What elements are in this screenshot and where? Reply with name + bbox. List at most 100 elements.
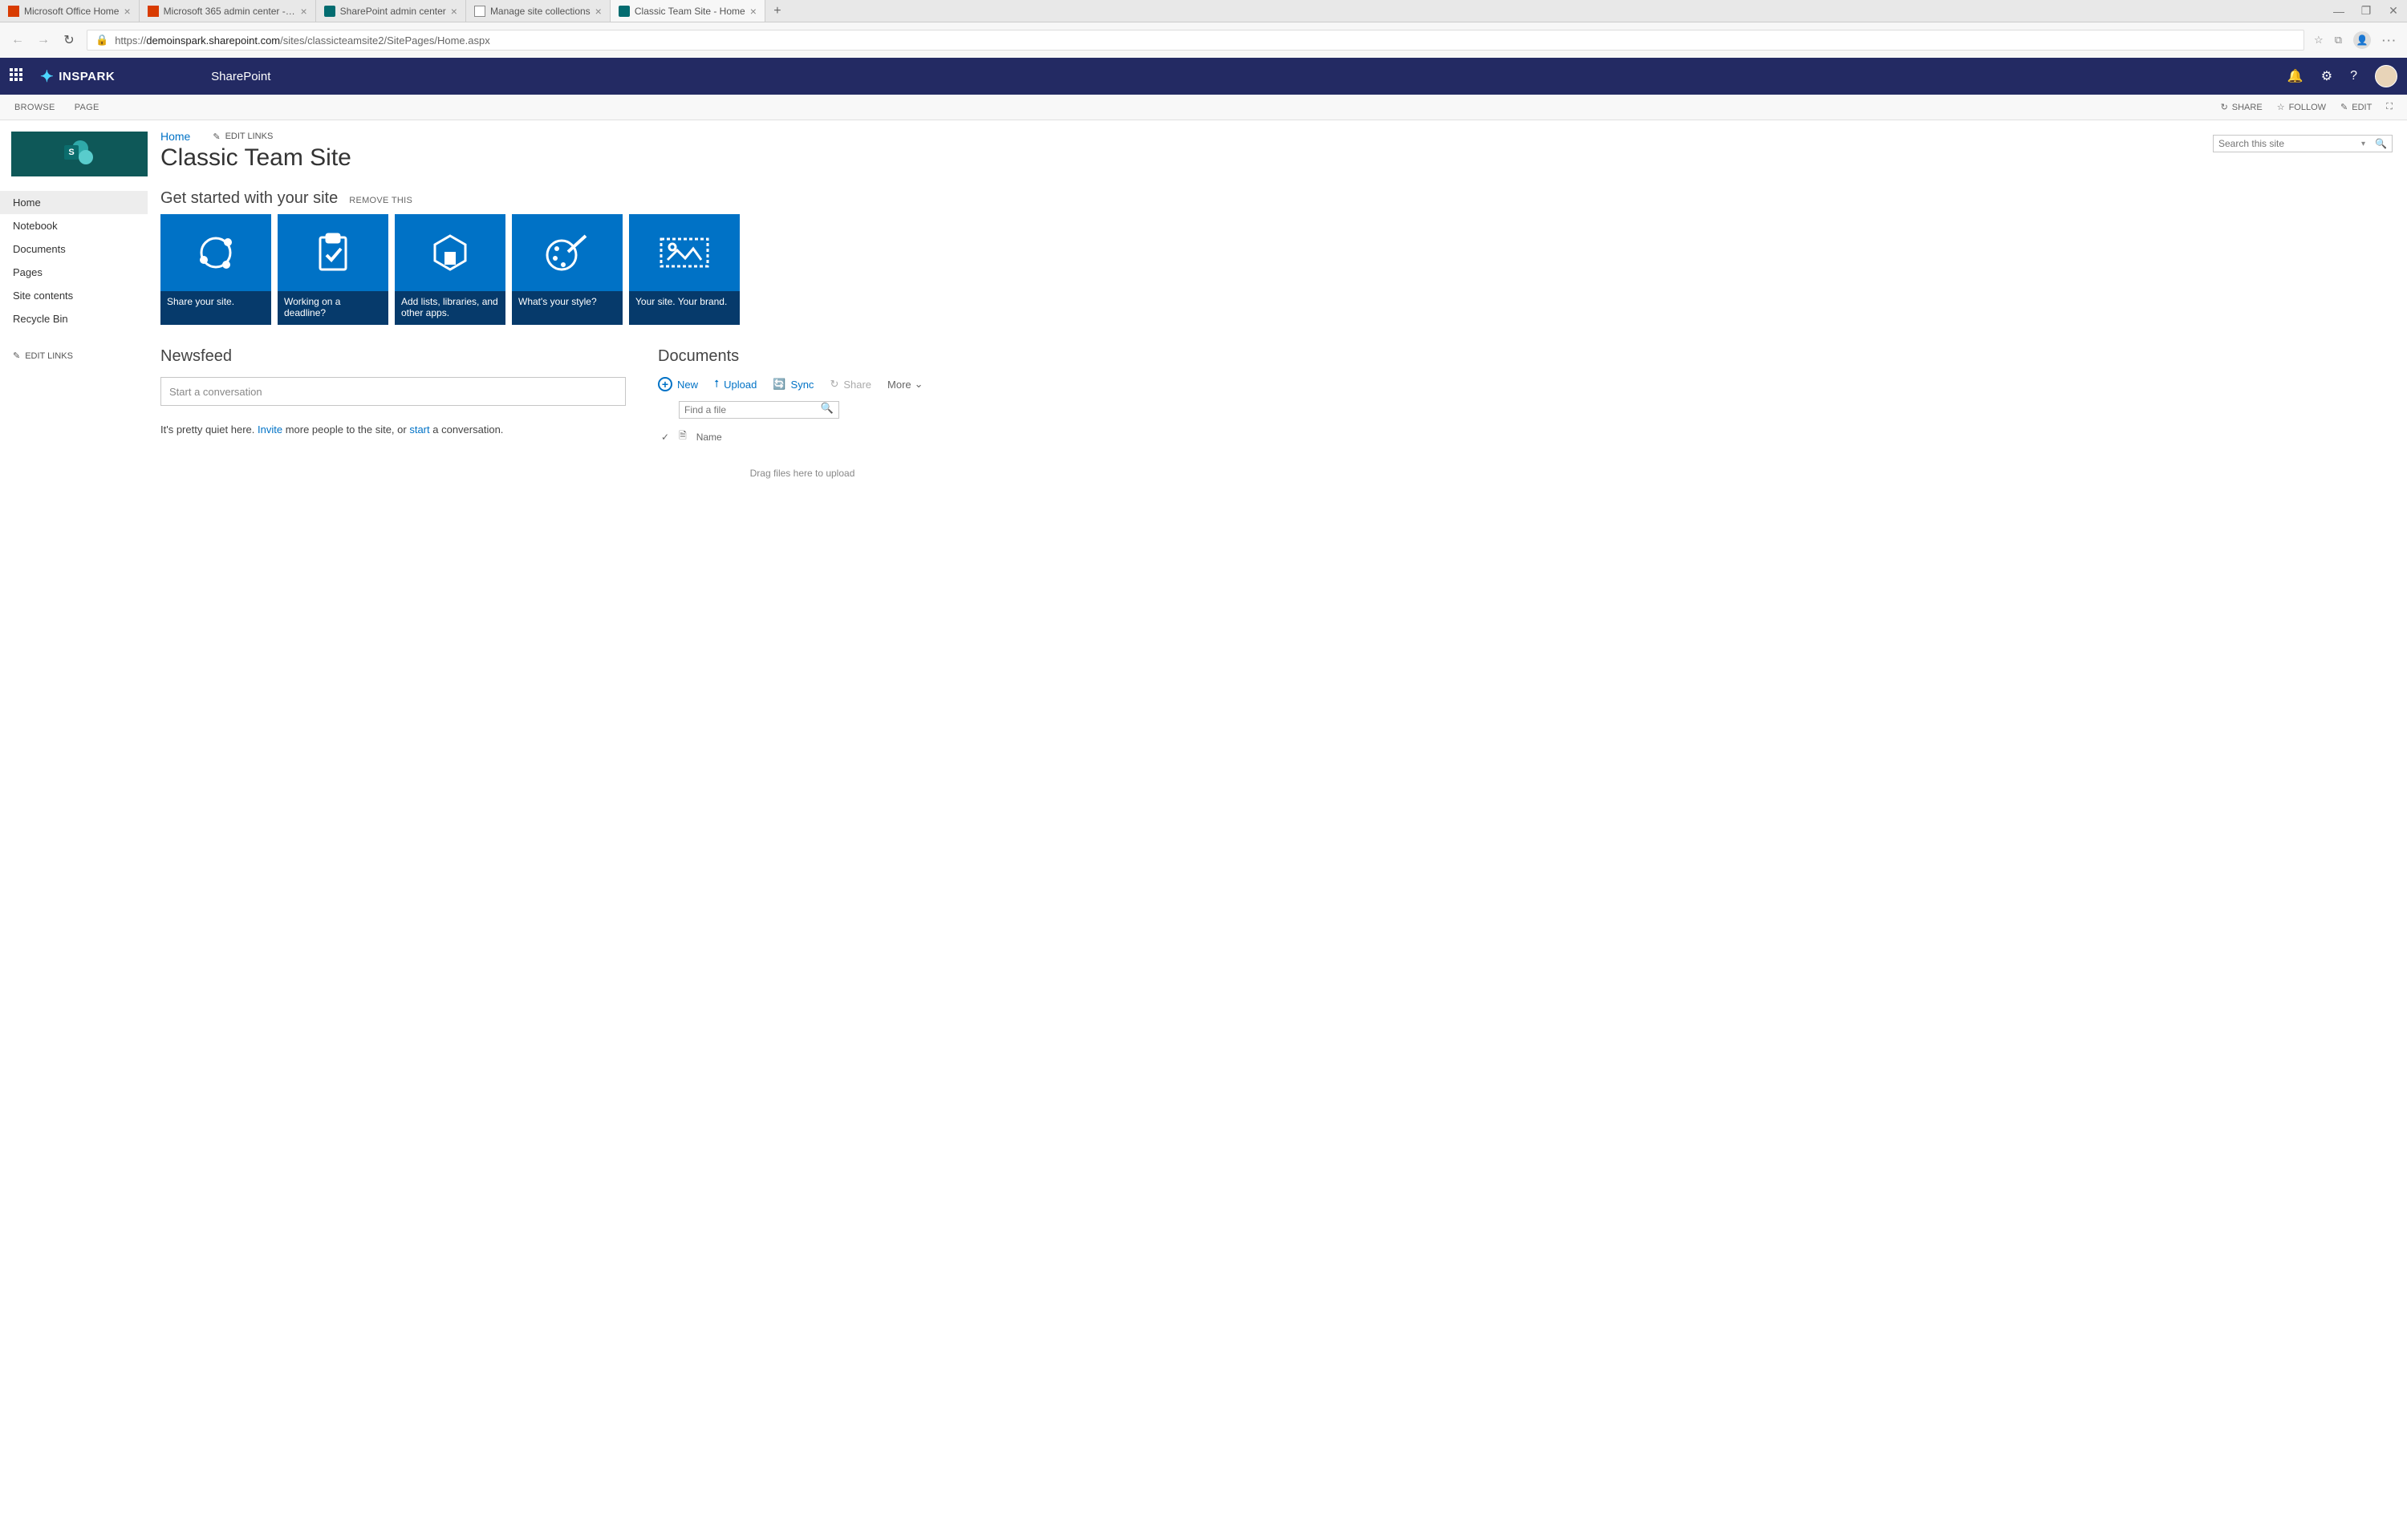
site-search: ▾ 🔍 xyxy=(2213,135,2393,152)
reading-list-icon[interactable]: ⧉ xyxy=(2335,34,2342,47)
find-file-input[interactable] xyxy=(680,402,816,418)
breadcrumb-home[interactable]: Home xyxy=(160,130,190,143)
address-bar: ← → ↻ 🔒 https://demoinspark.sharepoint.c… xyxy=(0,22,2407,58)
tab-title: Classic Team Site - Home xyxy=(635,6,745,17)
search-icon[interactable]: 🔍 xyxy=(816,402,838,418)
start-conversation-input[interactable]: Start a conversation xyxy=(160,377,626,406)
brand-name: INSPARK xyxy=(59,70,115,83)
tile-caption: Share your site. xyxy=(160,291,271,325)
close-window-button[interactable]: ✕ xyxy=(2380,4,2407,18)
page-title: Classic Team Site xyxy=(160,144,2394,172)
get-started-heading: Get started with your site xyxy=(160,189,338,208)
nav-pages[interactable]: Pages xyxy=(0,261,148,284)
profile-avatar[interactable]: 👤 xyxy=(2353,31,2371,49)
tab-title: Microsoft Office Home xyxy=(24,6,119,17)
breadcrumb-edit-links[interactable]: ✎ EDIT LINKS xyxy=(213,132,273,142)
close-icon[interactable]: × xyxy=(595,5,602,18)
new-tab-button[interactable]: + xyxy=(765,0,789,22)
follow-button[interactable]: ☆FOLLOW xyxy=(2277,102,2326,112)
close-icon[interactable]: × xyxy=(300,5,306,18)
remove-this-button[interactable]: REMOVE THIS xyxy=(349,196,412,205)
nav-documents[interactable]: Documents xyxy=(0,237,148,261)
browser-tab[interactable]: Manage site collections × xyxy=(466,0,611,22)
start-link[interactable]: start xyxy=(409,424,429,436)
edit-button[interactable]: ✎EDIT xyxy=(2340,102,2372,112)
close-icon[interactable]: × xyxy=(124,5,130,18)
help-icon[interactable]: ? xyxy=(2350,69,2357,83)
focus-button[interactable]: ⛶ xyxy=(2386,102,2393,112)
app-launcher-icon[interactable] xyxy=(10,68,26,84)
browser-tab[interactable]: Microsoft 365 admin center - M… × xyxy=(140,0,316,22)
search-scope-dropdown[interactable]: ▾ xyxy=(2356,140,2370,148)
new-button[interactable]: +New xyxy=(658,377,698,391)
browser-tab-active[interactable]: Classic Team Site - Home × xyxy=(611,0,765,22)
newsfeed-heading: Newsfeed xyxy=(160,347,626,366)
edit-links-button[interactable]: ✎ EDIT LINKS xyxy=(0,345,148,367)
tile-share-site[interactable]: Share your site. xyxy=(160,214,271,325)
user-avatar[interactable] xyxy=(2375,65,2397,87)
url-field[interactable]: 🔒 https://demoinspark.sharepoint.com/sit… xyxy=(87,30,2304,51)
browser-tab[interactable]: SharePoint admin center × xyxy=(316,0,466,22)
forward-button[interactable]: → xyxy=(35,33,51,47)
documents-header-row: ✓ 🗎 Name xyxy=(658,428,947,445)
minimize-button[interactable]: — xyxy=(2325,5,2352,18)
tile-brand[interactable]: Your site. Your brand. xyxy=(629,214,740,325)
share-icon: ↻ xyxy=(830,378,838,391)
nav-recycle-bin[interactable]: Recycle Bin xyxy=(0,307,148,330)
brand-star-icon: ✦ xyxy=(40,67,54,87)
newsfeed-section: Newsfeed Start a conversation It's prett… xyxy=(160,347,626,479)
pencil-icon: ✎ xyxy=(2340,102,2348,112)
site-logo[interactable]: S xyxy=(11,132,148,176)
more-icon[interactable]: ··· xyxy=(2382,34,2397,47)
find-file-box: 🔍 xyxy=(679,401,839,419)
documents-heading: Documents xyxy=(658,347,947,366)
tile-deadline[interactable]: Working on a deadline? xyxy=(278,214,388,325)
invite-link[interactable]: Invite xyxy=(258,424,282,436)
maximize-button[interactable]: ❐ xyxy=(2352,4,2380,18)
tile-caption: Add lists, libraries, and other apps. xyxy=(395,291,505,325)
image-frame-icon xyxy=(629,214,740,291)
search-input[interactable] xyxy=(2214,136,2356,151)
chevron-down-icon: ⌄ xyxy=(915,378,923,391)
tile-add-apps[interactable]: Add lists, libraries, and other apps. xyxy=(395,214,505,325)
share-button[interactable]: ↻SHARE xyxy=(2221,102,2263,112)
nav-site-contents[interactable]: Site contents xyxy=(0,284,148,307)
sync-button[interactable]: 🔄Sync xyxy=(773,378,814,391)
promoted-tiles: Share your site. Working on a deadline? … xyxy=(160,214,2394,325)
refresh-button[interactable]: ↻ xyxy=(61,32,77,48)
favorite-icon[interactable]: ☆ xyxy=(2314,34,2324,47)
search-icon[interactable]: 🔍 xyxy=(2370,138,2392,149)
hex-app-icon xyxy=(395,214,505,291)
tenant-brand: ✦ INSPARK xyxy=(40,67,115,87)
settings-icon[interactable]: ⚙ xyxy=(2321,68,2332,84)
close-icon[interactable]: × xyxy=(750,5,757,18)
browser-tab[interactable]: Microsoft Office Home × xyxy=(0,0,140,22)
ribbon-tab-browse[interactable]: BROWSE xyxy=(14,103,55,112)
browser-tab-strip: Microsoft Office Home × Microsoft 365 ad… xyxy=(0,0,2407,22)
select-all-checkbox[interactable]: ✓ xyxy=(661,432,669,443)
nav-home[interactable]: Home xyxy=(0,191,148,214)
window-controls: — ❐ ✕ xyxy=(2325,0,2407,22)
tab-title: SharePoint admin center xyxy=(340,6,446,17)
share-doc-button[interactable]: ↻Share xyxy=(830,378,871,391)
sharepoint-icon xyxy=(619,6,630,17)
pencil-icon: ✎ xyxy=(213,132,220,142)
nav-notebook[interactable]: Notebook xyxy=(0,214,148,237)
url-text: https://demoinspark.sharepoint.com/sites… xyxy=(115,34,490,47)
page-icon xyxy=(474,6,485,17)
more-menu[interactable]: More⌄ xyxy=(887,378,923,391)
share-graphic-icon xyxy=(160,214,271,291)
back-button[interactable]: ← xyxy=(10,33,26,47)
notifications-icon[interactable]: 🔔 xyxy=(2287,68,2303,84)
tile-caption: Working on a deadline? xyxy=(278,291,388,325)
sharepoint-logo-icon: S xyxy=(64,140,95,168)
column-name[interactable]: Name xyxy=(696,432,722,443)
close-icon[interactable]: × xyxy=(451,5,457,18)
ribbon-tab-page[interactable]: PAGE xyxy=(75,103,99,112)
upload-button[interactable]: ⭡Upload xyxy=(714,378,757,391)
tab-title: Microsoft 365 admin center - M… xyxy=(164,6,296,17)
tile-style[interactable]: What's your style? xyxy=(512,214,623,325)
documents-toolbar: +New ⭡Upload 🔄Sync ↻Share More⌄ xyxy=(658,377,947,391)
plus-circle-icon: + xyxy=(658,377,672,391)
share-icon: ↻ xyxy=(2221,102,2228,112)
